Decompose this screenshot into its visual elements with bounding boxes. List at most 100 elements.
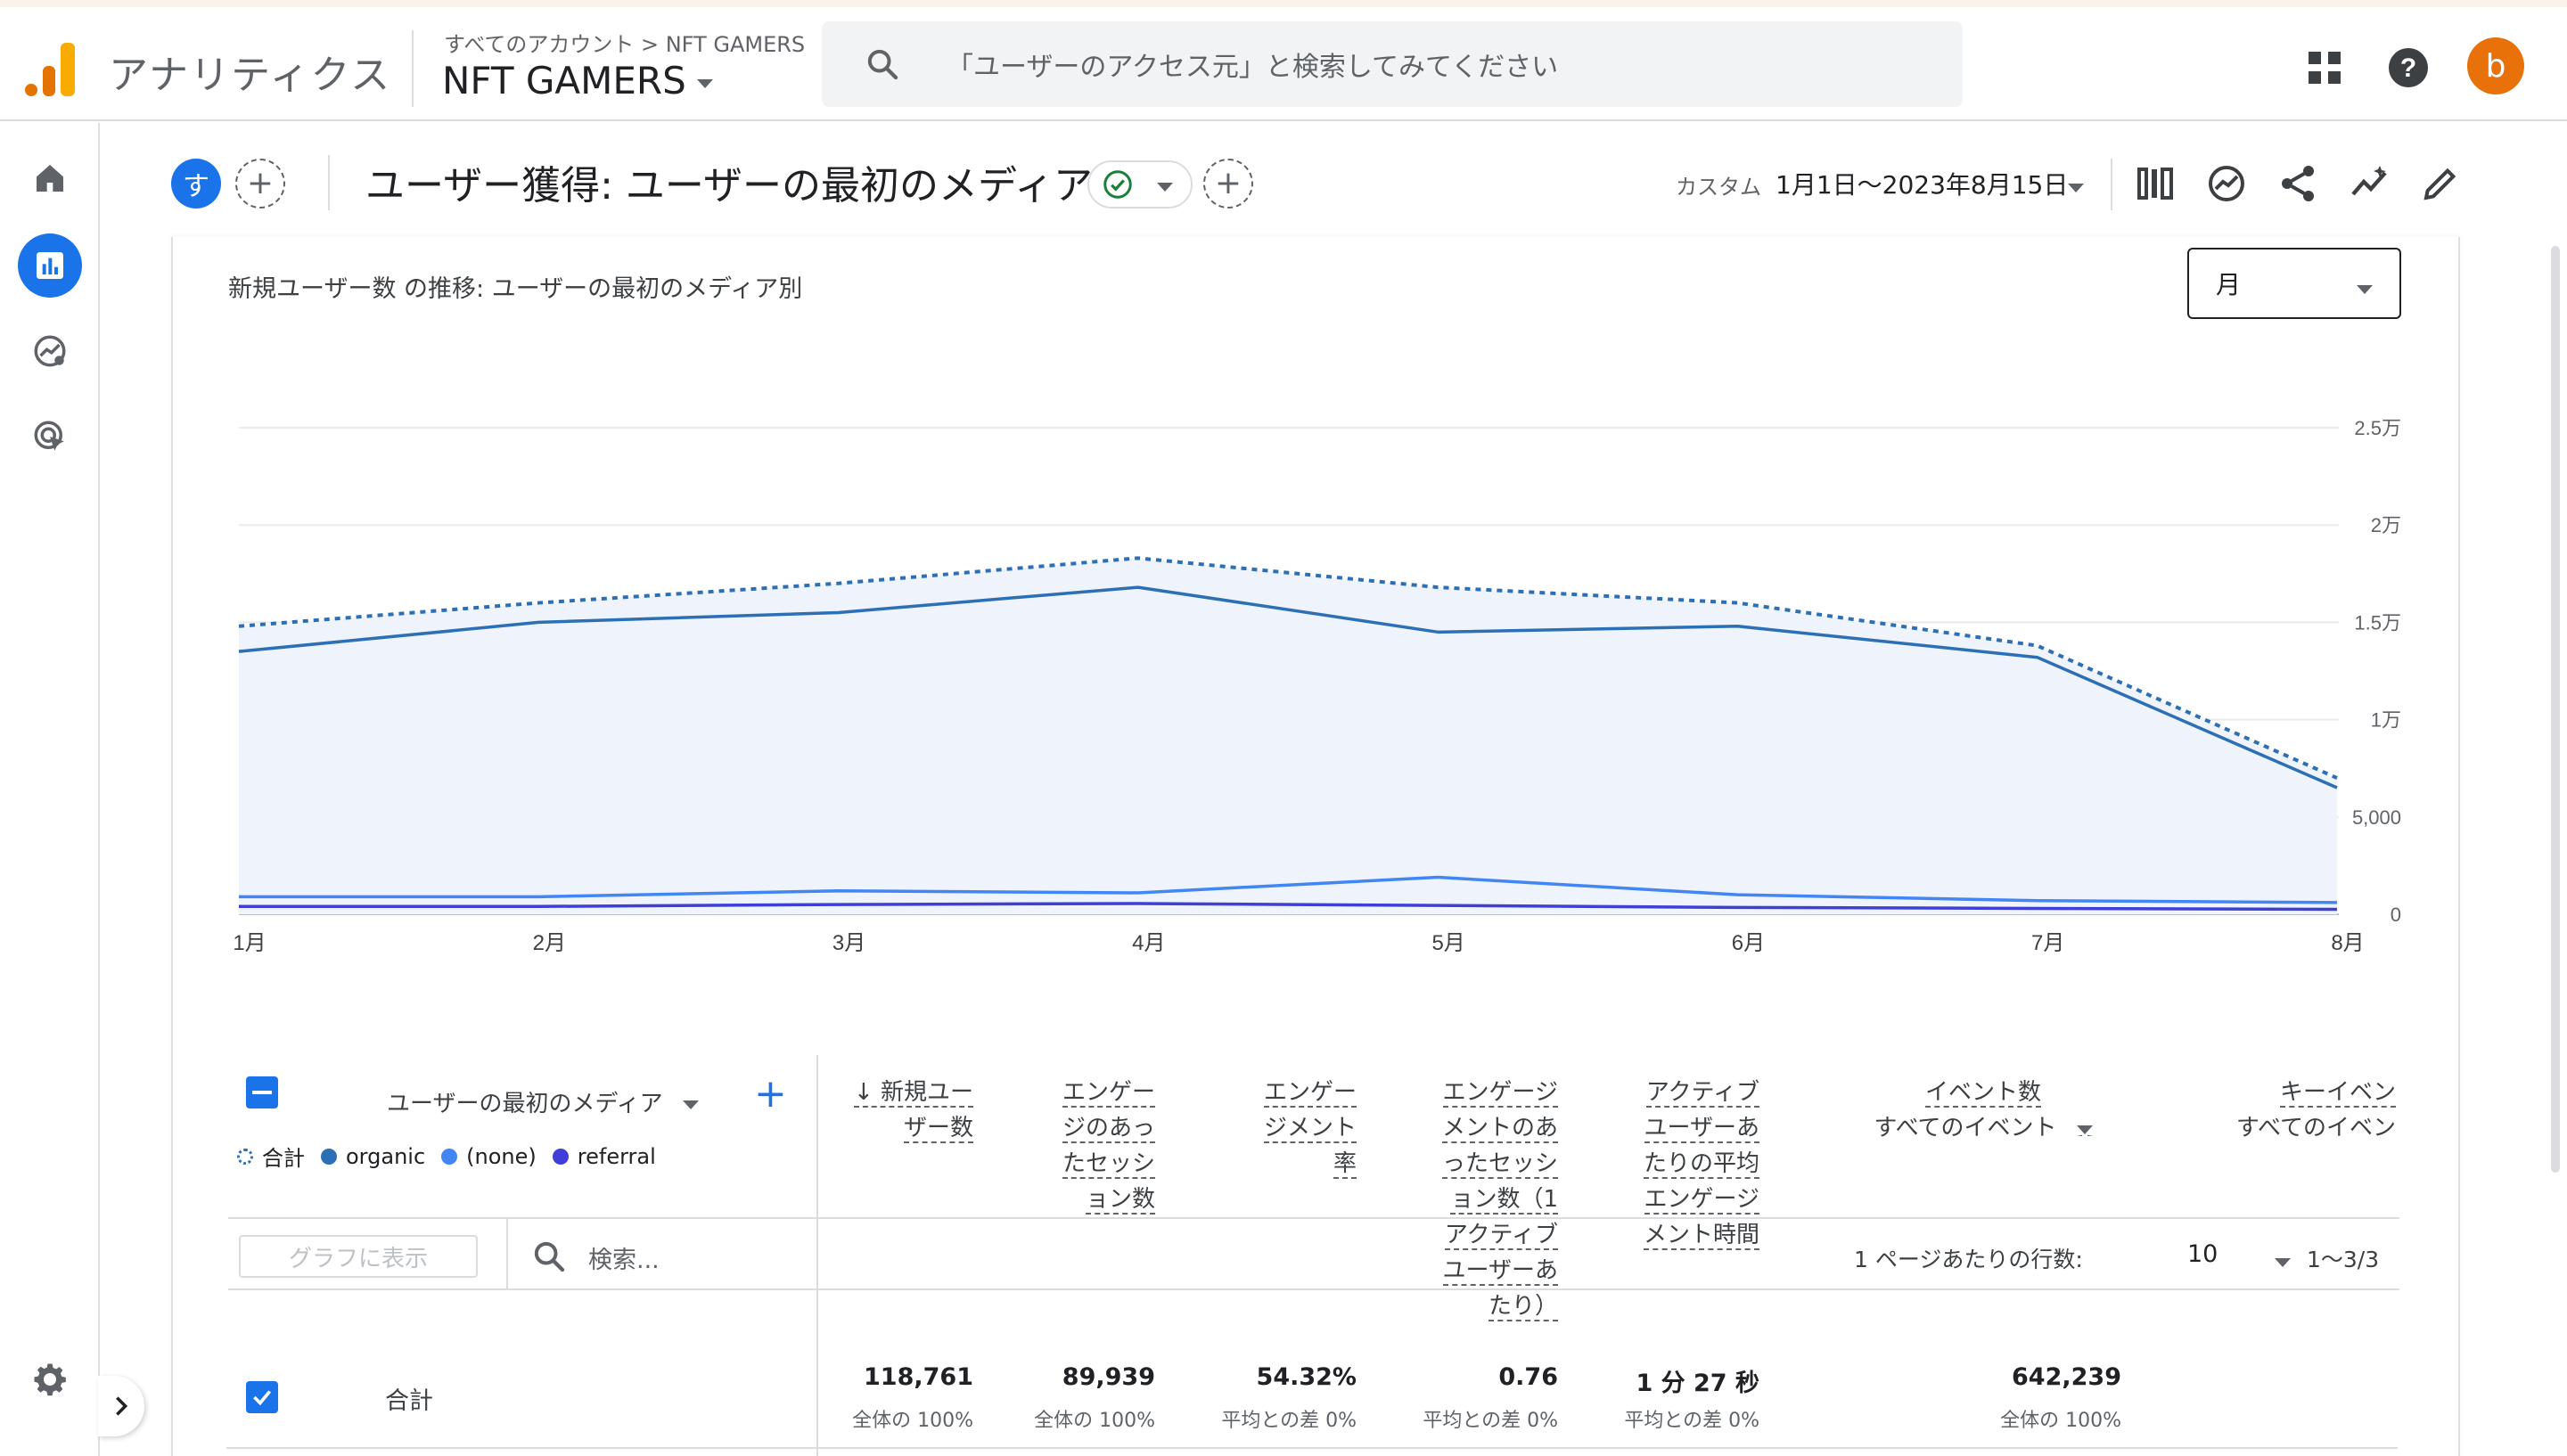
y-tick-label: 2.5万: [2354, 417, 2401, 439]
help-icon[interactable]: ?: [2387, 46, 2430, 89]
x-tick-label: 8月: [2331, 931, 2364, 955]
period-select[interactable]: 月: [2187, 248, 2401, 319]
column-header-line: たセッシ: [1062, 1150, 1155, 1179]
dimension-header-label: ユーザーの最初のメディア: [387, 1091, 663, 1117]
legend-item[interactable]: (none): [441, 1144, 537, 1169]
column-header-line: ジのあっ: [1062, 1115, 1155, 1143]
apps-grid-icon[interactable]: [2303, 46, 2346, 89]
column-header-line: たり）: [1488, 1293, 1558, 1321]
admin-settings-button[interactable]: [18, 1347, 82, 1411]
check-circle-icon: [1103, 170, 1132, 199]
column-header-line: アクティブ: [1444, 1222, 1558, 1250]
legend-item[interactable]: 合計: [237, 1141, 305, 1172]
add-dimension-button[interactable]: +: [754, 1075, 787, 1114]
chevron-down-icon: [2076, 1125, 2093, 1136]
x-tick-label: 2月: [533, 931, 566, 955]
total-engaged-sessions-share: 全体の 100%: [1034, 1410, 1155, 1432]
total-new-users-share: 全体の 100%: [852, 1410, 973, 1432]
breadcrumb[interactable]: すべてのアカウント > NFT GAMERS: [444, 27, 805, 58]
gear-icon: [34, 1363, 66, 1396]
line-chart[interactable]: 0 5,000 1万 1.5万 2万 2.5万 1月 2月 3月 4月 5月 6月 7月 8月: [173, 317, 2462, 1119]
share-icon[interactable]: [2276, 162, 2319, 205]
y-tick-label: 0: [2391, 904, 2401, 926]
table-row-divider: [226, 1447, 2398, 1449]
explore-icon: [34, 335, 66, 367]
expand-nav-button[interactable]: [98, 1376, 144, 1436]
column-header-line: 率: [1333, 1150, 1357, 1179]
insights-icon[interactable]: [2205, 162, 2248, 205]
advertising-nav-button[interactable]: [18, 405, 82, 469]
total-row-checkbox[interactable]: [246, 1381, 278, 1413]
legend-label: (none): [466, 1143, 537, 1169]
legend-item[interactable]: organic: [321, 1144, 425, 1169]
select-all-checkbox[interactable]: [246, 1076, 278, 1108]
y-tick-label: 1.5万: [2354, 611, 2401, 634]
avatar[interactable]: b: [2467, 37, 2524, 94]
event-filter-select[interactable]: すべてのイベント: [1874, 1110, 2056, 1146]
column-header-key-events[interactable]: キーイベン すべてのイベン: [2236, 1075, 2396, 1146]
column-header-engaged-sessions[interactable]: エンゲー ジのあっ たセッシ ョン数: [1062, 1075, 1155, 1217]
chevron-down-icon: [2357, 285, 2373, 294]
column-header-event-count[interactable]: イベント数 すべてのイベント: [1863, 1075, 2104, 1146]
chevron-down-icon[interactable]: [2068, 184, 2084, 192]
chart-title: 新規ユーザー数 の推移: ユーザーの最初のメディア別: [228, 275, 803, 303]
svg-text:?: ?: [2400, 53, 2416, 83]
date-range-picker[interactable]: 1月1日〜2023年8月15日: [1776, 166, 2068, 201]
comparison-chip[interactable]: す: [171, 159, 221, 209]
report-header-divider: [328, 155, 330, 210]
column-header-avg-engagement-time[interactable]: アクティブ ユーザーあ たりの平均 エンゲージ メント時間: [1643, 1075, 1759, 1253]
column-header-line: メント時間: [1643, 1222, 1759, 1250]
header-divider: [412, 30, 414, 107]
total-area-fill: [239, 558, 2337, 914]
column-header-line: アクティブ: [1645, 1079, 1759, 1108]
analytics-logo-icon[interactable]: [25, 41, 75, 96]
column-header-line: エンゲー: [1263, 1079, 1357, 1108]
chevron-down-icon: [682, 1100, 699, 1109]
page-title: ユーザー獲得: ユーザーの最初のメディア: [365, 163, 1093, 209]
plot-rows-button[interactable]: グラフに表示: [239, 1235, 478, 1278]
property-selector[interactable]: NFT GAMERS: [442, 59, 713, 102]
column-header-line: ザー数: [903, 1115, 973, 1143]
total-engaged-sessions-per-user-diff: 平均との差 0%: [1423, 1410, 1558, 1432]
customize-report-icon[interactable]: [2134, 162, 2177, 205]
chevron-down-icon[interactable]: [2275, 1258, 2291, 1267]
left-nav-rail: [0, 123, 100, 1456]
page-scrollbar[interactable]: [2551, 246, 2560, 1173]
checkmark-icon: [253, 1390, 272, 1406]
report-status-dropdown[interactable]: [1087, 160, 1193, 209]
column-header-line: エンゲージ: [1644, 1186, 1759, 1215]
home-nav-button[interactable]: [18, 146, 82, 210]
add-comparison-button[interactable]: +: [235, 159, 285, 209]
legend-swatch: [552, 1148, 569, 1165]
search-placeholder: 「ユーザーのアクセス元」と検索してみてください: [947, 52, 1559, 83]
reports-nav-button[interactable]: [18, 233, 82, 298]
explore-nav-button[interactable]: [18, 319, 82, 383]
column-header-line: ユーザーあ: [1644, 1115, 1759, 1143]
legend-item[interactable]: referral: [552, 1143, 656, 1169]
total-event-count-share: 全体の 100%: [2000, 1410, 2121, 1432]
legend-label: referral: [577, 1143, 656, 1169]
total-event-count: 642,239: [2012, 1363, 2121, 1391]
total-new-users: 118,761: [864, 1363, 973, 1391]
column-header-line: ジメント: [1263, 1115, 1357, 1143]
chevron-down-icon: [1157, 183, 1173, 192]
search-bar[interactable]: 「ユーザーのアクセス元」と検索してみてください: [822, 21, 1963, 107]
dimension-column-divider: [816, 1055, 818, 1456]
column-header-engaged-sessions-per-user[interactable]: エンゲージ メントのあ ったセッシ ョン数（1 アクティブ ユーザーあ たり）: [1441, 1075, 1558, 1324]
search-icon: [534, 1241, 565, 1272]
add-filter-button[interactable]: +: [1203, 159, 1253, 209]
column-header-engagement-rate[interactable]: エンゲー ジメント 率: [1263, 1075, 1357, 1182]
total-row-label: 合計: [385, 1387, 433, 1415]
toolbar-divider: [506, 1219, 508, 1290]
dimension-header[interactable]: ユーザーの最初のメディア: [387, 1085, 699, 1118]
column-header-new-users[interactable]: ↓ 新規ユー ザー数: [853, 1075, 973, 1146]
chevron-down-icon: [696, 78, 713, 88]
legend-swatch: [441, 1148, 458, 1165]
key-event-filter-select[interactable]: すべてのイベン: [2236, 1115, 2396, 1141]
trending-sparkle-icon[interactable]: [2348, 162, 2391, 205]
edit-pencil-icon[interactable]: [2419, 162, 2462, 205]
rows-per-page-select[interactable]: 10: [2187, 1240, 2218, 1268]
table-search-input[interactable]: 検索...: [588, 1240, 660, 1275]
total-avg-engagement-time: 1 分 27 秒: [1636, 1370, 1759, 1397]
x-tick-label: 5月: [1431, 931, 1464, 955]
